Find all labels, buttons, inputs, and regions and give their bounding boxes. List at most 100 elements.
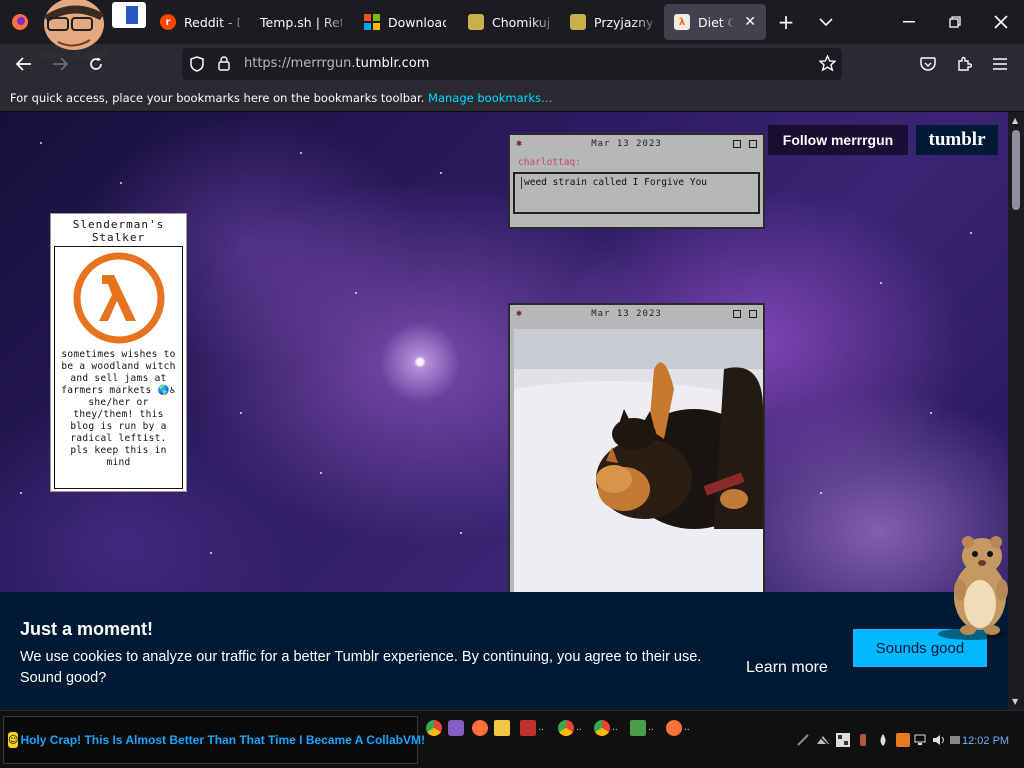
tab-przyjazny[interactable]: Przyjazny dysk — [560, 4, 662, 40]
star — [355, 292, 357, 294]
qr-tray-icon[interactable] — [836, 733, 850, 747]
taskbar-firefox-icon[interactable] — [472, 716, 490, 740]
list-tabs-chevron-down-icon[interactable] — [812, 8, 840, 36]
star — [880, 282, 882, 284]
post-author[interactable]: charlottaq: — [512, 153, 761, 172]
cookie-consent-banner: Just a moment! We use cookies to analyze… — [0, 592, 1008, 710]
close-window-icon[interactable] — [978, 0, 1024, 44]
minimize-icon[interactable] — [886, 0, 932, 44]
lock-icon[interactable] — [218, 56, 230, 75]
follow-blog-button[interactable]: Follow merrrgun — [768, 125, 908, 155]
start-button[interactable]: ☺ Holy Crap! This Is Almost Better Than … — [3, 716, 425, 764]
tray-icon[interactable] — [948, 733, 962, 747]
visual-studio-icon — [448, 720, 464, 736]
taskbar-chrome-icon[interactable] — [426, 716, 444, 740]
firefox-icon — [472, 720, 488, 736]
star — [20, 492, 22, 494]
star — [460, 532, 462, 534]
taskbar-chrome-icon[interactable]: .. — [558, 716, 582, 740]
przyjazny-icon — [570, 14, 586, 30]
hamburger-menu-icon[interactable] — [986, 50, 1014, 78]
taskbar-firefox-icon[interactable]: .. — [666, 716, 690, 740]
bug-icon: ✱ — [516, 308, 524, 319]
halflife-icon: λ — [674, 14, 690, 30]
manage-bookmarks-link[interactable]: Manage bookmarks… — [428, 91, 553, 105]
blog-title: Slenderman's Stalker — [72, 218, 165, 244]
new-tab-button[interactable]: + — [772, 8, 800, 36]
tab-reddit[interactable]: r Reddit - Dive into anything — [150, 4, 250, 40]
tracking-protection-shield-icon[interactable] — [190, 56, 204, 76]
cats-in-snow-photo[interactable] — [514, 329, 763, 599]
chrome-icon — [594, 720, 610, 736]
smiley-icon: ☺ — [8, 732, 19, 748]
network-icon[interactable] — [914, 733, 928, 747]
tab-label: Chomikuj.pl — [492, 14, 550, 30]
taskbar-label: .. — [538, 723, 544, 733]
maximize-post-icon[interactable] — [749, 310, 757, 318]
reddit-icon: r — [160, 14, 176, 30]
star — [40, 142, 42, 144]
tab-diet-coke[interactable]: λ Diet Coke ✕ — [664, 4, 766, 40]
tumblr-blog-page: Slenderman's Stalker sometimes wishes to… — [0, 112, 1008, 710]
windows-taskbar: ☺ Holy Crap! This Is Almost Better Than … — [0, 710, 1024, 768]
network-disconnected-icon[interactable] — [816, 733, 830, 747]
post-date: Mar 13 2023 — [591, 309, 662, 319]
orange-tray-icon[interactable] — [896, 733, 910, 747]
tab-download[interactable]: Download — [354, 4, 456, 40]
minimize-post-icon[interactable] — [733, 140, 741, 148]
bookmark-star-icon[interactable] — [818, 54, 837, 76]
drop-tray-icon[interactable] — [876, 733, 890, 747]
pen-tray-icon[interactable] — [796, 733, 810, 747]
tab-chomikuj[interactable]: Chomikuj.pl — [458, 4, 560, 40]
taskbar-file-explorer-icon[interactable] — [494, 716, 512, 740]
post-quote: weed strain called I Forgive You — [521, 177, 752, 189]
star — [120, 182, 122, 184]
bookmarks-hint-text: For quick access, place your bookmarks h… — [10, 91, 425, 105]
pocket-icon[interactable] — [914, 50, 942, 78]
scroll-up-arrow-icon[interactable]: ▲ — [1012, 116, 1018, 125]
microsoft-icon — [364, 14, 380, 30]
hank-hill-avatar-image — [40, 0, 146, 58]
taskbar-clock[interactable]: 12:02 PM — [962, 735, 1009, 747]
cookie-title: Just a moment! — [20, 619, 154, 639]
close-tab-icon[interactable]: ✕ — [744, 14, 756, 30]
scrollbar-thumb[interactable] — [1012, 130, 1020, 210]
firefox-icon — [666, 720, 682, 736]
app-icon — [520, 720, 536, 736]
minimize-post-icon[interactable] — [733, 310, 741, 318]
url-domain: tumblr.com — [355, 56, 430, 71]
learn-more-link[interactable]: Learn more — [746, 659, 828, 677]
star — [970, 232, 972, 234]
extensions-puzzle-icon[interactable] — [950, 50, 978, 78]
taskbar-app-icon[interactable]: .. — [520, 716, 544, 740]
start-button-text: Holy Crap! This Is Almost Better Than Th… — [20, 733, 425, 747]
tumblr-logo-link[interactable]: tumblr — [916, 125, 998, 155]
chrome-icon — [426, 720, 442, 736]
star — [440, 172, 442, 174]
tab-label: Diet Coke — [698, 14, 735, 30]
taskbar-visual-studio-icon[interactable] — [448, 716, 466, 740]
figure-tray-icon[interactable] — [856, 733, 870, 747]
address-bar[interactable]: https://merrrgun.tumblr.com — [182, 48, 842, 80]
tab-label: Przyjazny dysk — [594, 14, 652, 30]
navigation-toolbar: https://merrrgun.tumblr.com — [0, 44, 1024, 84]
volume-icon[interactable] — [932, 733, 946, 747]
tab-label: Download — [388, 14, 446, 30]
taskbar-app-icon[interactable]: .. — [630, 716, 654, 740]
dancing-hamster-image — [938, 536, 1008, 640]
restore-icon[interactable] — [932, 0, 978, 44]
post-header: ✱ Mar 13 2023 — [510, 135, 763, 153]
maximize-post-icon[interactable] — [749, 140, 757, 148]
cookie-body: We use cookies to analyze our traffic fo… — [20, 649, 702, 686]
scroll-down-arrow-icon[interactable]: ▼ — [1012, 697, 1018, 706]
photo-post: ✱ Mar 13 2023 — [508, 303, 765, 603]
tab-tempsh[interactable]: Temp.sh | Retro — [250, 4, 352, 40]
tab-label: Reddit - Dive into anything — [184, 14, 240, 30]
post-quote-box: weed strain called I Forgive You — [513, 172, 760, 214]
blog-description-box: sometimes wishes to be a woodland witch … — [54, 246, 183, 489]
taskbar-chrome-icon[interactable]: .. — [594, 716, 618, 740]
url-text[interactable]: https://merrrgun.tumblr.com — [244, 56, 429, 71]
app-icon — [630, 720, 646, 736]
text-post: ✱ Mar 13 2023 charlottaq: weed strain ca… — [508, 133, 765, 229]
post-date: Mar 13 2023 — [591, 139, 662, 149]
